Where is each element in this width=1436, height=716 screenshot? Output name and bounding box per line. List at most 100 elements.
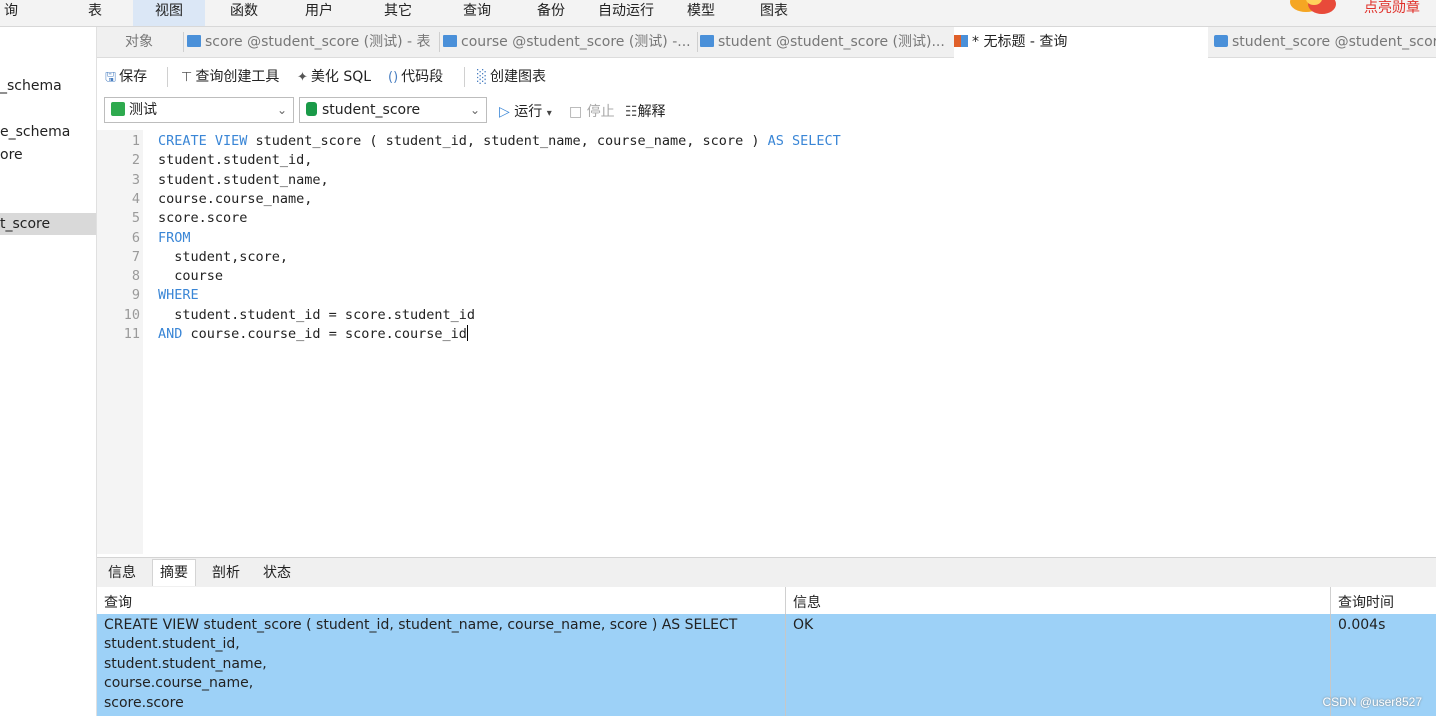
tree-item-schema-2[interactable]: e_schema — [0, 121, 96, 143]
create-chart-label: 创建图表 — [490, 69, 546, 85]
tab-divider — [697, 32, 698, 52]
explain-label: 解释 — [637, 104, 666, 120]
cell-info[interactable]: OK — [786, 614, 1331, 716]
save-label: 保存 — [119, 69, 148, 85]
promo-badge[interactable]: 点亮勋章 — [1286, 0, 1436, 20]
column-header-query-time[interactable]: 查询时间 — [1331, 587, 1436, 614]
menu-item-model[interactable]: 模型 — [677, 0, 725, 26]
tab-summary[interactable]: 摘要 — [152, 559, 196, 586]
tab-divider — [183, 32, 184, 52]
builder-icon: ⊤ — [181, 70, 193, 85]
caret-down-icon: ▾ — [546, 108, 552, 119]
tab-score-table[interactable]: score @student_score (测试) - 表 — [187, 27, 437, 57]
sql-text: student.student_id, — [158, 152, 313, 169]
query-builder-button[interactable]: ⊤ 查询创建工具 — [181, 66, 279, 88]
line-number-gutter: 1 2 3 4 5 6 7 8 9 10 11 — [97, 130, 143, 554]
menu-item-backup[interactable]: 备份 — [527, 0, 575, 26]
save-button[interactable]: 🖫 保存 — [105, 66, 147, 88]
stop-button[interactable]: □ 停止 — [569, 101, 615, 123]
tab-label: * 无标题 - 查询 — [972, 34, 1068, 50]
explain-icon: ☷ — [625, 104, 638, 120]
code-line[interactable]: CREATE VIEW student_score ( student_id, … — [158, 132, 841, 151]
beautify-label: 美化 SQL — [310, 69, 372, 85]
sql-keyword: WHERE — [158, 287, 199, 304]
query-toolbar: 🖫 保存 ⊤ 查询创建工具 ✦ 美化 SQL () 代码段 ░ 创建图表 — [97, 58, 1436, 94]
play-icon: ▷ — [499, 104, 510, 120]
code-line[interactable]: course — [158, 267, 223, 286]
database-icon — [306, 102, 317, 116]
sql-text: student.student_id = score.student_id — [158, 306, 475, 323]
toolbar-divider — [167, 67, 168, 87]
database-value: student_score — [322, 102, 421, 118]
column-header-info[interactable]: 信息 — [786, 587, 1331, 614]
menu-item-queries[interactable]: 查询 — [453, 0, 501, 26]
sql-keyword: AS SELECT — [767, 133, 841, 149]
column-header-query[interactable]: 查询 — [97, 587, 786, 614]
gift-icon — [1290, 0, 1336, 14]
sql-editor[interactable]: 1 2 3 4 5 6 7 8 9 10 11 CREATE VIEW student_score … — [97, 130, 1436, 554]
tab-label: student @student_score (测试)... — [718, 34, 945, 50]
explain-button[interactable]: ☷解释 — [625, 101, 666, 123]
tab-course-table[interactable]: course @student_score (测试) -... — [443, 27, 695, 57]
save-icon: 🖫 — [105, 70, 117, 85]
tab-divider — [439, 32, 440, 52]
line-number: 9 — [131, 287, 140, 304]
beautify-sql-button[interactable]: ✦ 美化 SQL — [297, 66, 371, 88]
line-number: 5 — [131, 210, 140, 227]
tab-student-score-view[interactable]: student_score @student_score — [1214, 27, 1436, 57]
database-select[interactable]: student_score ⌄ — [299, 97, 487, 123]
table-icon — [443, 35, 457, 47]
line-number: 2 — [131, 152, 140, 169]
code-line[interactable]: course.course_name, — [158, 190, 312, 209]
tab-student-table[interactable]: student @student_score (测试)... — [700, 27, 952, 57]
sql-keyword: FROM — [158, 229, 191, 246]
create-chart-button[interactable]: ░ 创建图表 — [477, 66, 546, 88]
code-line[interactable]: AND course.course_id = score.course_id — [158, 325, 468, 344]
sql-text: student,score, — [158, 248, 289, 265]
menu-item-query-partial[interactable]: 询 — [0, 0, 22, 26]
code-line[interactable]: student.student_id, — [158, 151, 312, 170]
run-button[interactable]: ▷ 运行 ▾ — [499, 101, 552, 123]
tree-item-schema[interactable]: _schema — [0, 75, 96, 97]
line-number: 11 — [123, 326, 140, 342]
code-line[interactable]: student.student_id = score.student_id — [158, 306, 475, 325]
table-icon — [700, 35, 714, 47]
code-line[interactable]: FROM — [158, 229, 191, 248]
line-number: 8 — [131, 268, 140, 285]
code-line[interactable]: WHERE — [158, 286, 199, 305]
code-line[interactable]: student.student_name, — [158, 171, 329, 190]
tab-untitled-query[interactable]: * 无标题 - 查询 — [954, 27, 1208, 58]
view-icon — [1214, 35, 1228, 47]
table-icon — [187, 35, 201, 47]
table-row[interactable]: CREATE VIEW student_score ( student_id, … — [97, 614, 1436, 716]
line-number: 3 — [131, 171, 140, 188]
cell-query[interactable]: CREATE VIEW student_score ( student_id, … — [97, 614, 786, 716]
tree-item-score[interactable]: ore — [0, 144, 96, 166]
sql-text: student_score ( student_id, student_name… — [247, 133, 768, 149]
tab-label: 对象 — [125, 34, 153, 50]
line-number: 10 — [123, 306, 140, 323]
line-number: 6 — [131, 229, 140, 246]
tab-label: course @student_score (测试) -... — [461, 34, 691, 50]
line-number: 1 — [131, 133, 140, 149]
code-snippet-button[interactable]: () 代码段 — [388, 66, 443, 88]
menu-item-automation[interactable]: 自动运行 — [592, 0, 660, 26]
braces-icon: () — [388, 70, 399, 85]
tree-item-student-score[interactable]: t_score — [0, 213, 96, 235]
tab-status[interactable]: 状态 — [256, 560, 298, 586]
menu-item-views[interactable]: 视图 — [133, 0, 205, 26]
connection-select[interactable]: 测试 ⌄ — [104, 97, 294, 123]
sql-text: course.course_name, — [158, 190, 313, 207]
menu-item-users[interactable]: 用户 — [295, 0, 343, 26]
tab-info[interactable]: 信息 — [101, 560, 143, 586]
code-line[interactable]: score.score — [158, 209, 247, 228]
menu-item-functions[interactable]: 函数 — [220, 0, 268, 26]
tab-objects[interactable]: 对象 — [125, 27, 185, 57]
menu-item-others[interactable]: 其它 — [374, 0, 422, 26]
menu-item-charts[interactable]: 图表 — [750, 0, 798, 26]
sql-text: course — [158, 268, 224, 285]
menu-item-tables[interactable]: 表 — [80, 0, 110, 26]
code-line[interactable]: student,score, — [158, 248, 288, 267]
connection-icon — [111, 102, 125, 116]
tab-profile[interactable]: 剖析 — [205, 560, 247, 586]
